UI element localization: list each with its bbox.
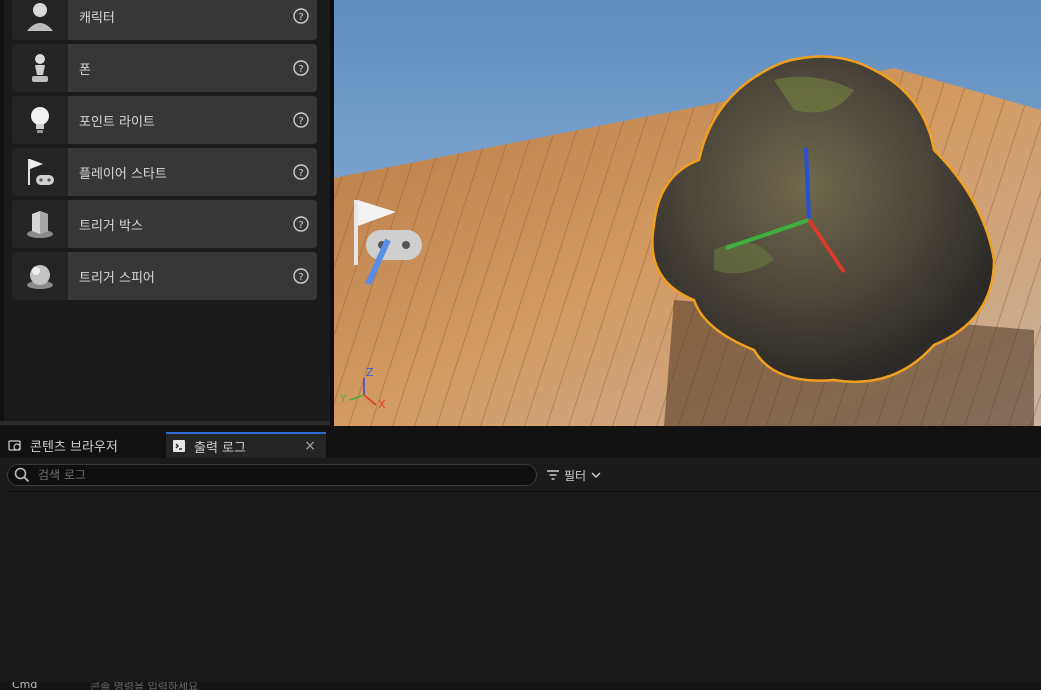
place-actors-panel: 캐릭터 ? 폰 ? 포인트 라이트 ? 플레이어 스타트 ? 트리거 박스 ? … — [0, 0, 330, 425]
cmd-label[interactable]: Cmd — [12, 682, 37, 690]
actor-label: 캐릭터 — [79, 10, 115, 26]
content-browser-icon — [8, 440, 21, 451]
status-bar: Cmd 콘솔 명령을 입력하세요 — [0, 682, 1041, 690]
output-log-icon — [173, 440, 185, 452]
point-light-icon — [12, 96, 68, 144]
svg-text:?: ? — [298, 12, 303, 23]
actor-label: 트리거 박스 — [79, 218, 143, 234]
help-icon[interactable]: ? — [293, 164, 309, 180]
panel-splitter[interactable] — [0, 421, 330, 425]
pawn-icon — [12, 44, 68, 92]
svg-text:?: ? — [298, 220, 303, 231]
actor-item-trigger-box[interactable]: 트리거 박스 ? — [12, 200, 317, 248]
actor-item-point-light[interactable]: 포인트 라이트 ? — [12, 96, 317, 144]
panel-edge — [0, 0, 4, 425]
svg-text:?: ? — [298, 116, 303, 127]
filter-button[interactable]: 필터 — [546, 464, 601, 486]
tab-label: 콘텐츠 브라우저 — [30, 439, 118, 455]
actor-label: 트리거 스피어 — [79, 270, 155, 286]
chevron-down-icon — [591, 472, 601, 479]
help-icon[interactable]: ? — [293, 268, 309, 284]
axis-label-x: X — [378, 398, 386, 411]
filter-icon — [547, 470, 559, 480]
search-log-input[interactable] — [36, 467, 536, 483]
help-icon[interactable]: ? — [293, 216, 309, 232]
player-start-icon — [12, 148, 68, 196]
axis-label-z: Z — [366, 366, 374, 379]
actor-item-player-start[interactable]: 플레이어 스타트 ? — [12, 148, 317, 196]
trigger-box-icon — [12, 200, 68, 248]
svg-text:?: ? — [298, 168, 303, 179]
log-output-area[interactable] — [7, 491, 1041, 684]
level-viewport[interactable]: Z X Y — [334, 0, 1041, 426]
svg-text:?: ? — [298, 64, 303, 75]
actor-label: 포인트 라이트 — [79, 114, 155, 130]
axis-label-y: Y — [340, 392, 347, 405]
tab-label: 출력 로그 — [194, 440, 246, 456]
search-icon — [14, 467, 30, 483]
filter-label: 필터 — [564, 468, 587, 483]
output-log-panel: 필터 — [0, 458, 1041, 690]
svg-text:?: ? — [298, 272, 303, 283]
close-tab-button[interactable]: × — [304, 438, 316, 454]
tab-output-log[interactable]: 출력 로그 × — [166, 432, 326, 458]
actor-label: 플레이어 스타트 — [79, 166, 167, 182]
help-icon[interactable]: ? — [293, 8, 309, 24]
actor-label: 폰 — [79, 62, 91, 78]
search-box — [7, 464, 537, 486]
help-icon[interactable]: ? — [293, 112, 309, 128]
help-icon[interactable]: ? — [293, 60, 309, 76]
actor-item-pawn[interactable]: 폰 ? — [12, 44, 317, 92]
actor-item-trigger-sphere[interactable]: 트리거 스피어 ? — [12, 252, 317, 300]
console-command-input[interactable]: 콘솔 명령을 입력하세요 — [90, 682, 198, 690]
character-icon — [12, 0, 68, 40]
actor-item-character[interactable]: 캐릭터 ? — [12, 0, 317, 40]
tab-content-browser[interactable]: 콘텐츠 브라우저 — [8, 432, 158, 458]
bottom-tab-strip: 콘텐츠 브라우저 출력 로그 × — [0, 426, 1041, 458]
trigger-sphere-icon — [12, 252, 68, 300]
